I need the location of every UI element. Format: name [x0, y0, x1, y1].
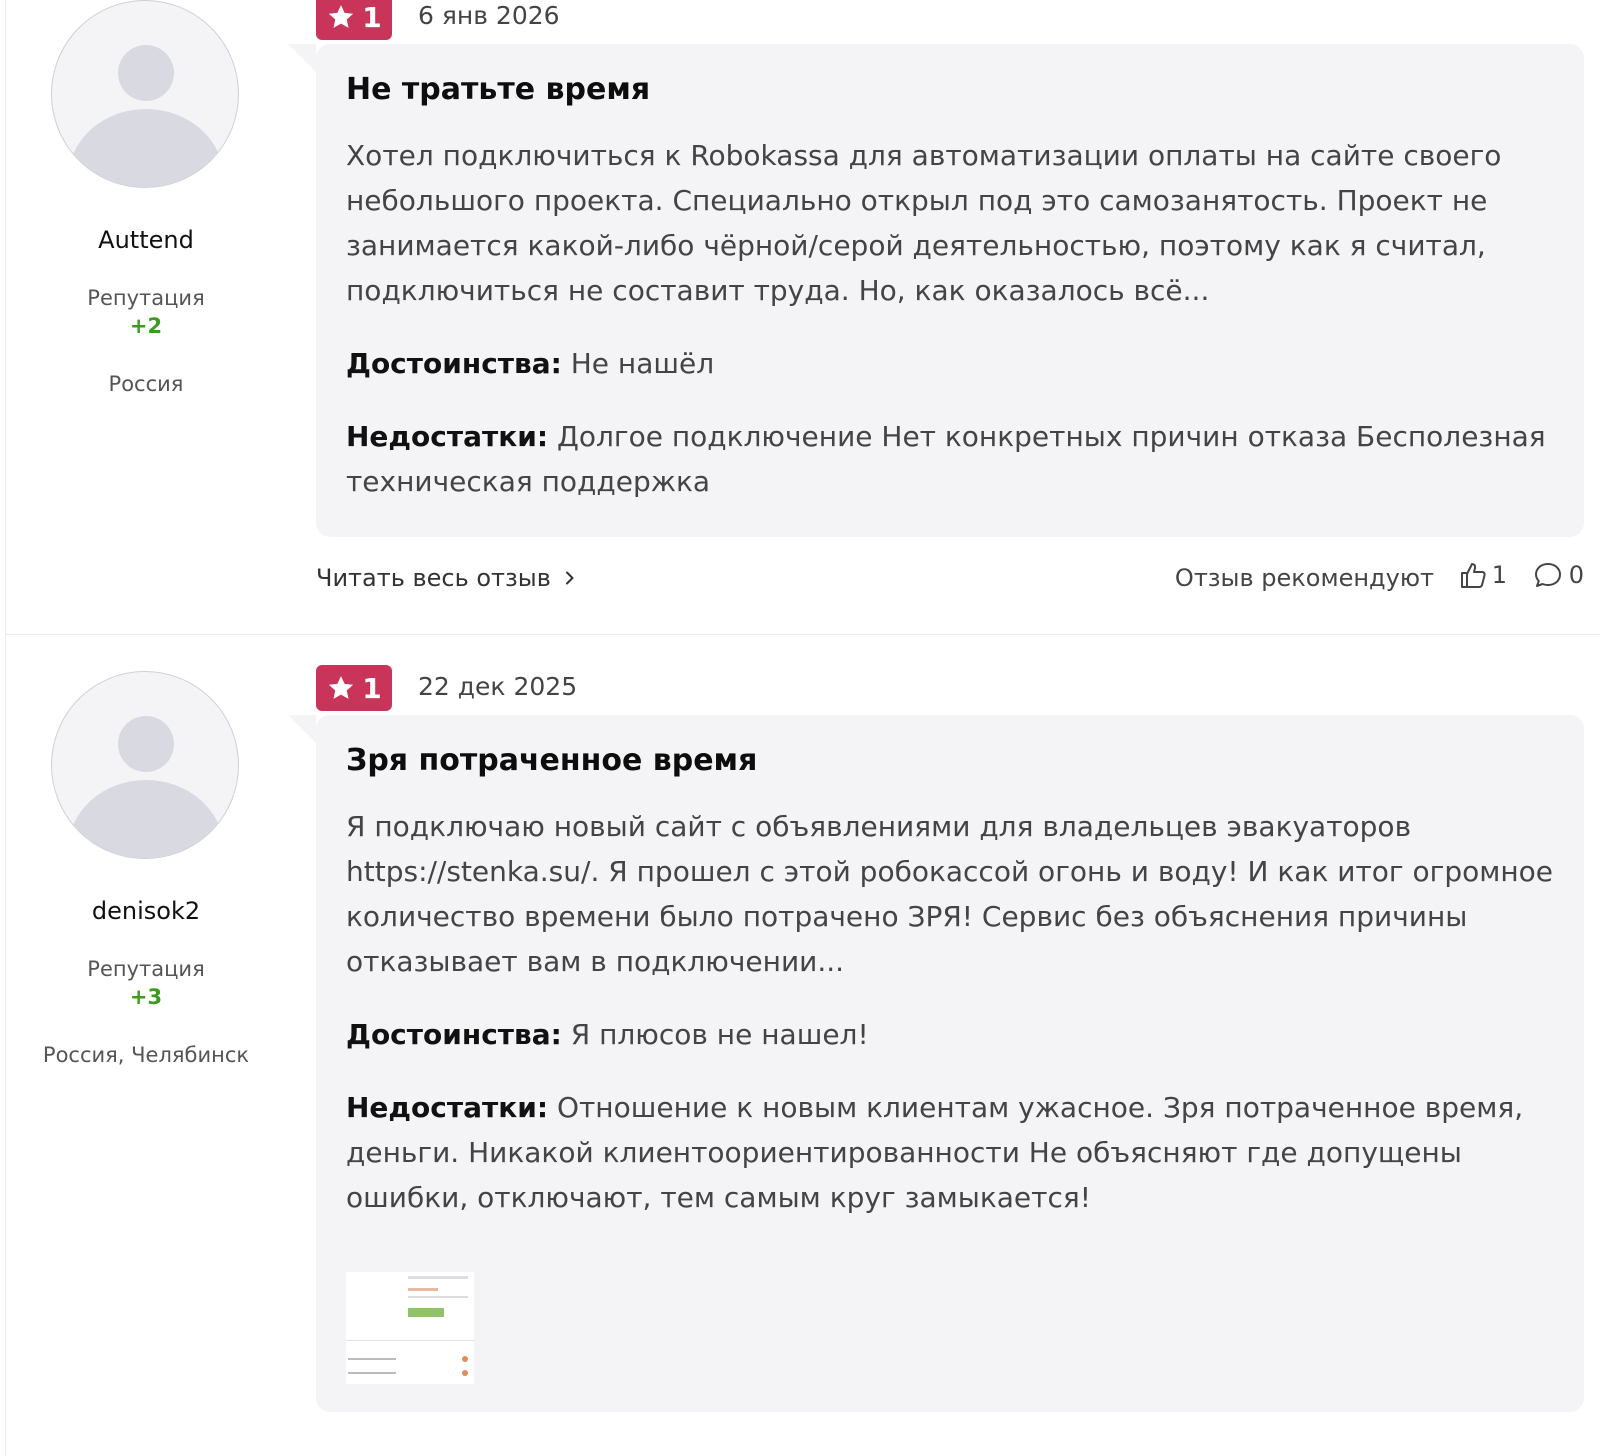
- chevron-right-icon: [565, 571, 574, 585]
- recommend-label: Отзыв рекомендуют: [1174, 564, 1434, 592]
- reputation-value: +2: [129, 314, 163, 338]
- review-title[interactable]: Зря потраченное время: [346, 743, 1554, 778]
- pros-label: Достоинства:: [346, 347, 562, 380]
- avatar[interactable]: [51, 671, 239, 859]
- review-footer: Читать весь отзыв Отзыв рекомендуют 1 0: [316, 560, 1584, 600]
- review-pros: Достоинства: Не нашёл: [346, 341, 1554, 386]
- read-more-label: Читать весь отзыв: [316, 564, 551, 592]
- review-cons: Недостатки: Отношение к новым клиентам у…: [346, 1085, 1554, 1220]
- author-location: Россия: [108, 372, 184, 396]
- review-text: Хотел подключиться к Robokassa для автом…: [346, 139, 1502, 307]
- reputation-label: Репутация: [87, 286, 205, 310]
- review-card: denisok2 Репутация +3 Россия, Челябинск …: [6, 635, 1600, 1456]
- rating-value: 1: [362, 0, 382, 34]
- rating-badge: 1: [316, 0, 392, 40]
- review-title[interactable]: Не тратьте время: [346, 72, 1554, 107]
- review-date: 22 дек 2025: [418, 672, 578, 701]
- review-body: Не тратьте время Хотел подключиться к Ro…: [288, 44, 1584, 537]
- rating-value: 1: [362, 671, 382, 705]
- review-body: Зря потраченное время Я подключаю новый …: [288, 715, 1584, 1412]
- review-pros: Достоинства: Я плюсов не нашел!: [346, 1012, 1554, 1057]
- cons-label: Недостатки:: [346, 1091, 549, 1124]
- avatar[interactable]: [51, 0, 239, 188]
- cons-label: Недостатки:: [346, 420, 549, 453]
- star-icon: [329, 5, 354, 28]
- likes-count: 1: [1491, 561, 1507, 589]
- pros-text: Я плюсов не нашел!: [570, 1018, 869, 1051]
- reputation-label: Репутация: [87, 957, 205, 981]
- review-text: Я подключаю новый сайт с объявлениями дл…: [346, 810, 1554, 978]
- reputation-value: +3: [129, 985, 163, 1009]
- thumbs-up-icon: [1460, 563, 1486, 588]
- author-name[interactable]: denisok2: [6, 897, 286, 925]
- comments-count: 0: [1568, 561, 1584, 589]
- rating-badge: 1: [316, 665, 392, 711]
- review-date: 6 янв 2026: [418, 1, 560, 30]
- author-name[interactable]: Auttend: [6, 226, 286, 254]
- like-button[interactable]: 1: [1458, 560, 1507, 590]
- comments-button[interactable]: 0: [1533, 560, 1584, 590]
- star-icon: [329, 676, 354, 699]
- read-full-review-link[interactable]: Читать весь отзыв: [316, 564, 577, 592]
- review-cons: Недостатки: Долгое подключение Нет конкр…: [346, 414, 1554, 504]
- review-card: Auttend Репутация +2 Россия 1 6 янв 2026…: [6, 0, 1600, 635]
- comment-bubble-icon: [1534, 563, 1561, 587]
- pros-label: Достоинства:: [346, 1018, 562, 1051]
- author-location: Россия, Челябинск: [42, 1043, 250, 1067]
- review-attachment-thumbnail[interactable]: [346, 1272, 474, 1384]
- pros-text: Не нашёл: [570, 347, 715, 380]
